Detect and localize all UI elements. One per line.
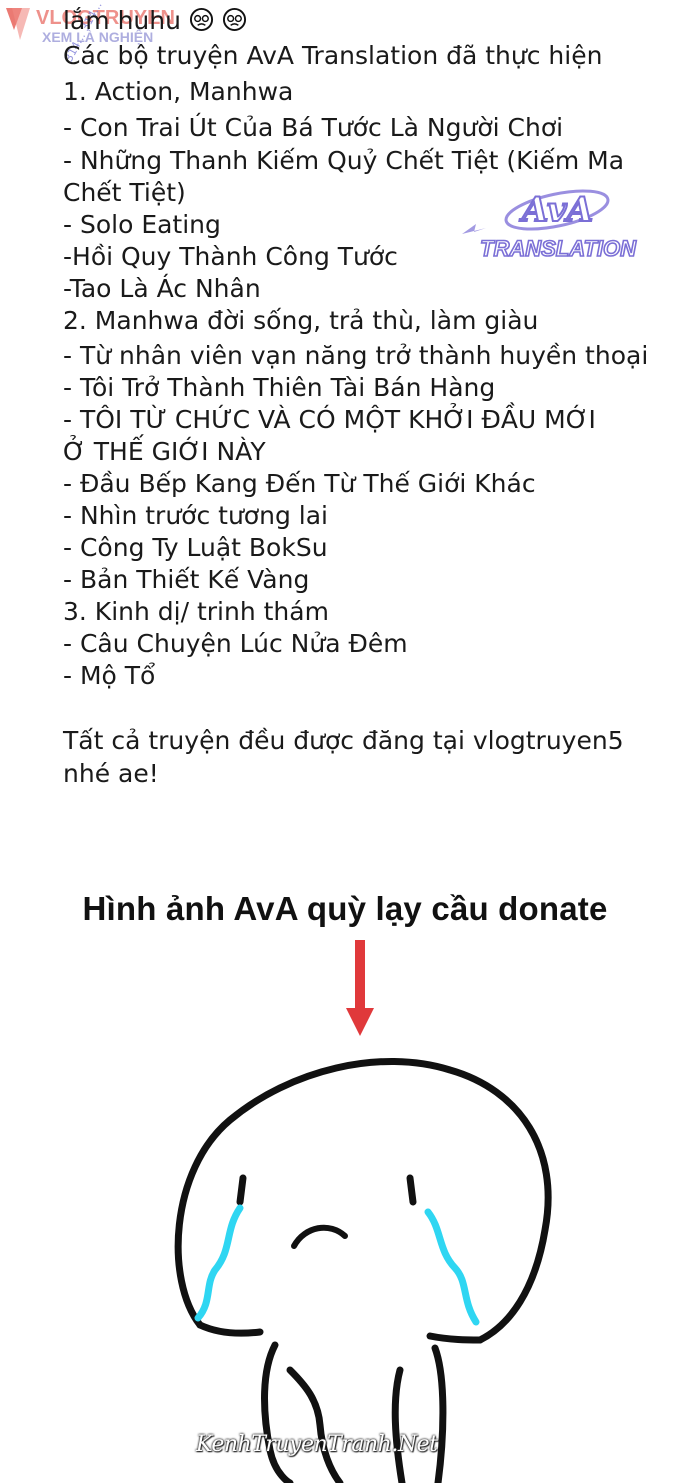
text-line: -Hồi Quy Thành Công Tước — [63, 242, 398, 271]
text-line: -Tao Là Ác Nhân — [63, 274, 261, 303]
sad-mouth — [291, 1224, 348, 1249]
text-line-content: lắm huhu — [63, 6, 181, 35]
text-line: Tất cả truyện đều được đăng tại vlogtruy… — [63, 726, 624, 755]
ava-logo-brand: AvA — [519, 190, 593, 230]
text-line: - TÔI TỪ CHỨC VÀ CÓ MỘT KHỞI ĐẦU MỚI — [63, 405, 596, 434]
text-line: lắm huhu — [63, 5, 247, 37]
left-eye — [236, 1174, 247, 1206]
crying-face-icon — [222, 7, 246, 32]
text-line: - Nhìn trước tương lai — [63, 501, 328, 530]
figure-head-outline — [174, 1058, 552, 1344]
text-line: 3. Kinh dị/ trinh thám — [63, 597, 329, 626]
text-line: Chết Tiệt) — [63, 178, 186, 207]
text-line: nhé ae! — [63, 759, 159, 788]
ava-translation-logo: AvA TRANSLATION — [462, 189, 638, 262]
right-eye — [406, 1174, 417, 1206]
ava-logo-subtitle: TRANSLATION — [480, 236, 637, 261]
text-line: - Từ nhân viên vạn năng trở thành huyền … — [63, 341, 649, 370]
page: VLOGTRUYEN XEM LÀ NGHIỆN 314... 314... A… — [0, 0, 690, 1483]
donate-headline: Hình ảnh AvA quỳ lạy cầu donate — [82, 890, 608, 927]
text-line: - Solo Eating — [63, 210, 221, 239]
right-tear-icon — [424, 1208, 480, 1326]
text-line: 1. Action, Manhwa — [63, 77, 294, 106]
text-line: - Bản Thiết Kế Vàng — [63, 565, 310, 594]
text-line: - Câu Chuyện Lúc Nửa Đêm — [63, 629, 408, 658]
site-credit-watermark: KenhTruyenTranh.Net — [196, 1432, 438, 1457]
text-line: Các bộ truyện AvA Translation đã thực hi… — [63, 41, 603, 70]
text-line: - Công Ty Luật BokSu — [63, 533, 328, 562]
text-line: - Những Thanh Kiếm Quỷ Chết Tiệt (Kiếm M… — [63, 146, 625, 175]
red-arrow-icon — [346, 940, 374, 1036]
text-line: - Mộ Tổ — [63, 661, 156, 690]
crying-face-icon — [189, 7, 213, 32]
text-line: - Con Trai Út Của Bá Tước Là Người Chơi — [63, 113, 564, 142]
text-line: - Tôi Trở Thành Thiên Tài Bán Hàng — [63, 373, 496, 402]
text-line: 2. Manhwa đời sống, trả thù, làm giàu — [63, 306, 539, 335]
crying-figure-illustration — [174, 940, 552, 1483]
text-line: - Đầu Bếp Kang Đến Từ Thế Giới Khác — [63, 469, 536, 498]
text-line: Ở THẾ GIỚI NÀY — [63, 437, 266, 466]
left-tear-icon — [194, 1204, 244, 1322]
